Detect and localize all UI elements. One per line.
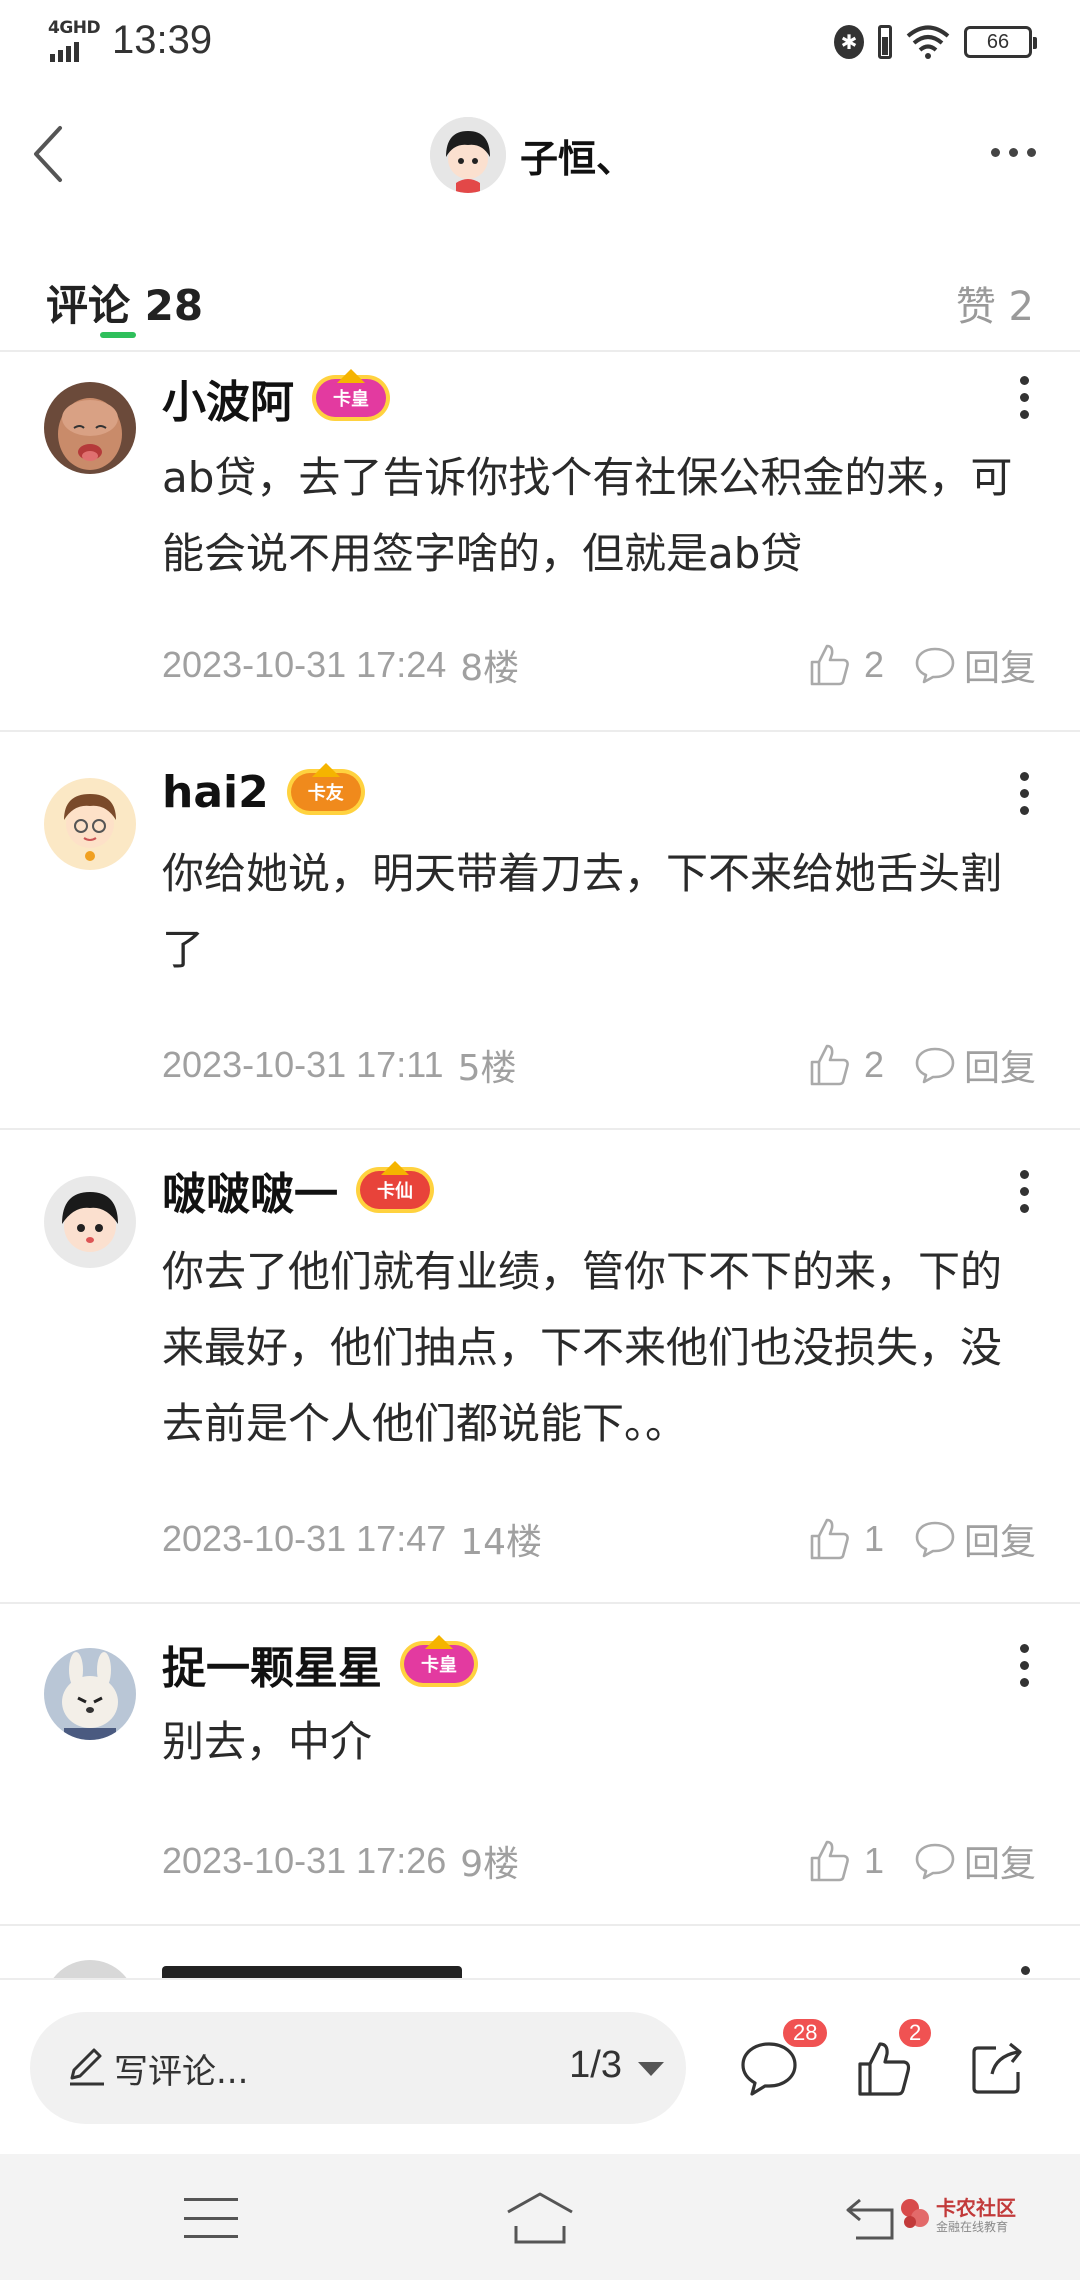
comment-item: 啵啵啵一 卡仙 你去了他们就有业绩，管你下不下的来，下的来最好，他们抽点，下不来…	[0, 1130, 1080, 1604]
comment-more-icon[interactable]	[1020, 1170, 1030, 1213]
system-nav-bar: 卡农社区 金融在线教育	[0, 2154, 1080, 2280]
watermark-title: 卡农社区	[936, 2196, 1016, 2220]
comment-more-icon[interactable]	[1020, 376, 1030, 419]
menu-icon[interactable]	[184, 2198, 238, 2238]
reply-button[interactable]: 回复	[964, 1835, 1036, 1887]
share-icon[interactable]	[966, 2038, 1028, 2100]
level-badge: 卡皇	[316, 369, 386, 417]
app-logo-icon	[901, 2199, 929, 2228]
like-count-badge: 2	[896, 2016, 935, 2050]
level-badge: 卡友	[290, 763, 361, 811]
reply-button[interactable]: 回复	[964, 639, 1036, 691]
app-watermark: 卡农社区 金融在线教育	[898, 2192, 1048, 2242]
reply-icon[interactable]	[914, 1045, 956, 1085]
more-options-icon[interactable]	[991, 148, 1036, 157]
header-user[interactable]: 子恒、	[430, 116, 634, 194]
reply-icon[interactable]	[914, 645, 956, 685]
comment-text: 你去了他们就有业绩，管你下不下的来，下的来最好，他们抽点，下不来他们也没损失，没…	[162, 1247, 1003, 1448]
battery-indicator: 66	[964, 26, 1037, 58]
commenter-name[interactable]: 捉一颗星星	[162, 1632, 382, 1696]
level-badge: 卡皇	[404, 1635, 474, 1683]
header-username: 子恒、	[520, 136, 635, 181]
comment-text: 别去，中介	[162, 1717, 373, 1766]
page-indicator[interactable]: 1/3	[569, 2044, 622, 2087]
comment-more-icon[interactable]	[1020, 1644, 1030, 1687]
tab-comments[interactable]: 评论 28	[46, 272, 203, 333]
write-comment-placeholder: 写评论...	[114, 2052, 249, 2092]
comment-date: 2023-10-31 17:11	[162, 1044, 444, 1085]
comment-date: 2023-10-31 17:26	[162, 1840, 447, 1881]
home-icon[interactable]	[504, 2190, 576, 2246]
like-count: 1	[863, 1518, 884, 1559]
thumbs-up-icon[interactable]	[806, 1042, 852, 1088]
comment-date: 2023-10-31 17:24	[162, 644, 447, 685]
wifi-icon	[906, 25, 950, 59]
commenter-name[interactable]: 啵啵啵一	[162, 1158, 338, 1222]
comment-text: 你给她说，明天带着刀去，下不来给她舌头割了	[162, 849, 1003, 974]
comment-floor: 8楼	[460, 648, 520, 689]
commenter-avatar[interactable]	[44, 778, 136, 870]
caret-down-icon[interactable]	[638, 2062, 664, 2076]
reply-icon[interactable]	[914, 1841, 956, 1881]
device-battery-icon	[878, 25, 892, 59]
bluetooth-icon: ✱	[834, 25, 864, 59]
thumbs-up-icon[interactable]	[806, 642, 852, 688]
thumbs-up-icon[interactable]	[806, 1838, 852, 1884]
reply-icon[interactable]	[914, 1519, 956, 1559]
reply-button[interactable]: 回复	[964, 1513, 1036, 1565]
commenter-avatar[interactable]	[44, 1648, 136, 1740]
back-nav-icon[interactable]	[842, 2190, 902, 2246]
comment-item: hai2 卡友 你给她说，明天带着刀去，下不来给她舌头割了 2023-10-31…	[0, 732, 1080, 1130]
signal-icon: 4GHD	[48, 18, 101, 62]
write-comment-box[interactable]: 写评论... 1/3	[30, 2012, 686, 2124]
like-count: 2	[863, 1044, 884, 1085]
comment-floor: 5楼	[457, 1048, 517, 1089]
thumbs-up-icon[interactable]	[806, 1516, 852, 1562]
level-badge: 卡仙	[360, 1161, 430, 1209]
commenter-name[interactable]: hai2	[162, 767, 269, 818]
comment-floor: 9楼	[460, 1844, 520, 1885]
comment-floor: 14楼	[460, 1522, 543, 1563]
commenter-avatar[interactable]	[44, 1176, 136, 1268]
status-bar: 4GHD 13:39 ✱ 66	[0, 0, 1080, 90]
next-comment-partial	[0, 1926, 1080, 1978]
tab-likes[interactable]: 赞 2	[956, 274, 1034, 332]
commenter-name[interactable]: 小波阿	[162, 366, 294, 430]
header-avatar[interactable]	[430, 117, 506, 193]
comment-count-badge: 28	[780, 2016, 831, 2050]
like-count: 1	[863, 1840, 884, 1881]
comment-input-bar: 写评论... 1/3 28 2	[0, 1978, 1080, 2154]
like-count: 2	[863, 644, 884, 685]
comment-item: 小波阿 卡皇 ab贷，去了告诉你找个有社保公积金的来，可能会说不用签字啥的，但就…	[0, 354, 1080, 732]
reply-button[interactable]: 回复	[964, 1039, 1036, 1091]
status-time: 13:39	[112, 18, 213, 62]
active-tab-indicator	[100, 332, 136, 338]
comment-tabs: 评论 28 赞 2	[0, 260, 1080, 352]
top-header: 子恒、	[0, 100, 1080, 210]
pencil-icon	[70, 2048, 104, 2086]
comment-more-icon[interactable]	[1020, 772, 1030, 815]
watermark-subtitle: 金融在线教育	[936, 2220, 1009, 2234]
comment-item: 捉一颗星星 卡皇 别去，中介 2023-10-31 17:26 9楼 1 回复	[0, 1604, 1080, 1926]
back-arrow-icon[interactable]	[28, 122, 68, 186]
comment-date: 2023-10-31 17:47	[162, 1518, 447, 1559]
network-type: 4GHD	[48, 18, 101, 38]
comment-text: ab贷，去了告诉你找个有社保公积金的来，可能会说不用签字啥的，但就是ab贷	[162, 453, 1013, 578]
commenter-avatar[interactable]	[44, 382, 136, 474]
